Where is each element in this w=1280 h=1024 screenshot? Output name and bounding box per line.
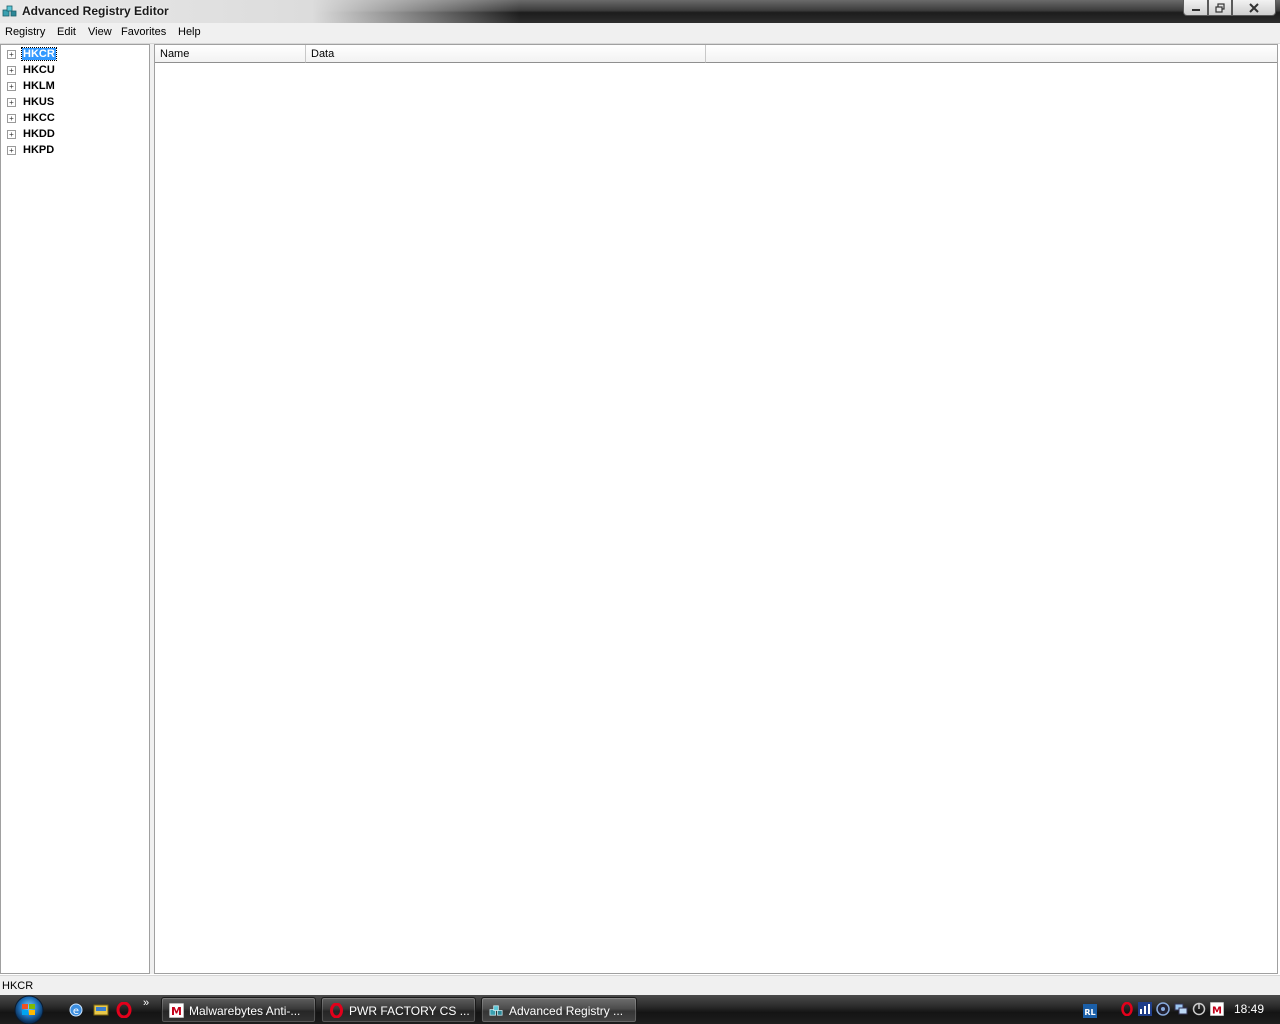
- tree-item-hkcc[interactable]: + HKCC: [7, 111, 147, 127]
- tree-item-label[interactable]: HKUS: [22, 96, 55, 108]
- tree-item-label[interactable]: HKCU: [22, 64, 56, 76]
- tree-item-hkus[interactable]: + HKUS: [7, 95, 147, 111]
- minimize-icon: [1191, 8, 1200, 11]
- tree-item-label[interactable]: HKPD: [22, 144, 55, 156]
- opera-tray-icon[interactable]: [1120, 1002, 1134, 1016]
- menu-bar: Registry Edit View Favorites Help: [0, 23, 1280, 44]
- tree-item-label[interactable]: HKDD: [22, 128, 56, 140]
- menu-favorites[interactable]: Favorites: [121, 26, 166, 38]
- values-list[interactable]: Name Data: [154, 44, 1278, 974]
- tree-item-label[interactable]: HKLM: [22, 80, 56, 92]
- menu-registry[interactable]: Registry: [5, 26, 45, 38]
- svg-text:M: M: [171, 1005, 182, 1018]
- close-button[interactable]: [1232, 0, 1276, 16]
- taskbar-button-registry-editor[interactable]: Advanced Registry ...: [481, 997, 637, 1023]
- expand-icon[interactable]: +: [7, 146, 16, 155]
- restore-button[interactable]: [1208, 0, 1232, 16]
- taskbar-button-label: Advanced Registry ...: [509, 1004, 624, 1018]
- expand-icon[interactable]: +: [7, 114, 16, 123]
- registry-editor-icon: [489, 1005, 503, 1016]
- svg-text:e: e: [73, 1006, 79, 1017]
- registry-tree[interactable]: + HKCR + HKCU + HKLM + HKUS + HKCC + HKD…: [0, 44, 150, 974]
- tree-item-label[interactable]: HKCR: [21, 47, 57, 61]
- tree-item-hkcu[interactable]: + HKCU: [7, 63, 147, 79]
- network-meter-icon[interactable]: [1138, 1002, 1152, 1016]
- svg-text:RL: RL: [1084, 1008, 1095, 1017]
- minimize-button[interactable]: [1183, 0, 1208, 16]
- column-header-data[interactable]: Data: [306, 45, 706, 63]
- window-title: Advanced Registry Editor: [22, 4, 169, 18]
- opera-quicklaunch-icon[interactable]: [116, 1002, 132, 1018]
- show-desktop-icon[interactable]: [93, 1002, 109, 1018]
- tree-item-hkcr[interactable]: + HKCR: [7, 47, 147, 63]
- audio-icon[interactable]: [1156, 1002, 1170, 1016]
- expand-icon[interactable]: +: [7, 130, 16, 139]
- column-header-label: Data: [311, 48, 335, 60]
- close-icon: [1249, 2, 1259, 13]
- expand-icon[interactable]: +: [7, 50, 16, 59]
- start-button[interactable]: [10, 995, 48, 1024]
- taskbar-button-label: PWR FACTORY CS ...: [349, 1004, 470, 1018]
- menu-view[interactable]: View: [88, 26, 112, 38]
- quicklaunch-more-button[interactable]: »: [143, 997, 149, 1009]
- menu-edit[interactable]: Edit: [57, 26, 76, 38]
- clock[interactable]: 18:49: [1234, 1002, 1264, 1016]
- power-icon[interactable]: [1192, 1002, 1206, 1016]
- taskbar-button-malwarebytes[interactable]: M Malwarebytes Anti-...: [161, 997, 316, 1023]
- tree-item-hkdd[interactable]: + HKDD: [7, 127, 147, 143]
- status-bar: HKCR: [0, 975, 1280, 996]
- tree-item-label[interactable]: HKCC: [22, 112, 56, 124]
- expand-icon[interactable]: +: [7, 82, 16, 91]
- malwarebytes-icon: M: [169, 1003, 184, 1018]
- opera-icon: [330, 1003, 343, 1018]
- column-header-filler: [706, 45, 1277, 63]
- taskbar-button-label: Malwarebytes Anti-...: [189, 1004, 301, 1018]
- expand-icon[interactable]: +: [7, 98, 16, 107]
- tree-item-hkpd[interactable]: + HKPD: [7, 143, 147, 159]
- taskbar-button-opera[interactable]: PWR FACTORY CS ...: [321, 997, 476, 1023]
- column-header-label: Name: [160, 48, 190, 60]
- taskbar: e » M Malwarebytes Anti-... PWR FACTORY …: [0, 995, 1280, 1024]
- tree-item-hklm[interactable]: + HKLM: [7, 79, 147, 95]
- expand-icon[interactable]: +: [7, 66, 16, 75]
- ie-icon[interactable]: e: [68, 1002, 84, 1018]
- status-text: HKCR: [2, 980, 34, 992]
- svg-text:M: M: [1212, 1006, 1222, 1017]
- rl-icon[interactable]: RL: [1083, 1004, 1097, 1018]
- restore-icon: [1215, 2, 1225, 13]
- network-icon[interactable]: [1174, 1002, 1188, 1016]
- registry-editor-icon: [2, 5, 17, 17]
- menu-help[interactable]: Help: [178, 26, 201, 38]
- column-header-name[interactable]: Name: [155, 45, 306, 63]
- title-bar[interactable]: Advanced Registry Editor: [0, 0, 1280, 23]
- malwarebytes-tray-icon[interactable]: M: [1210, 1002, 1224, 1016]
